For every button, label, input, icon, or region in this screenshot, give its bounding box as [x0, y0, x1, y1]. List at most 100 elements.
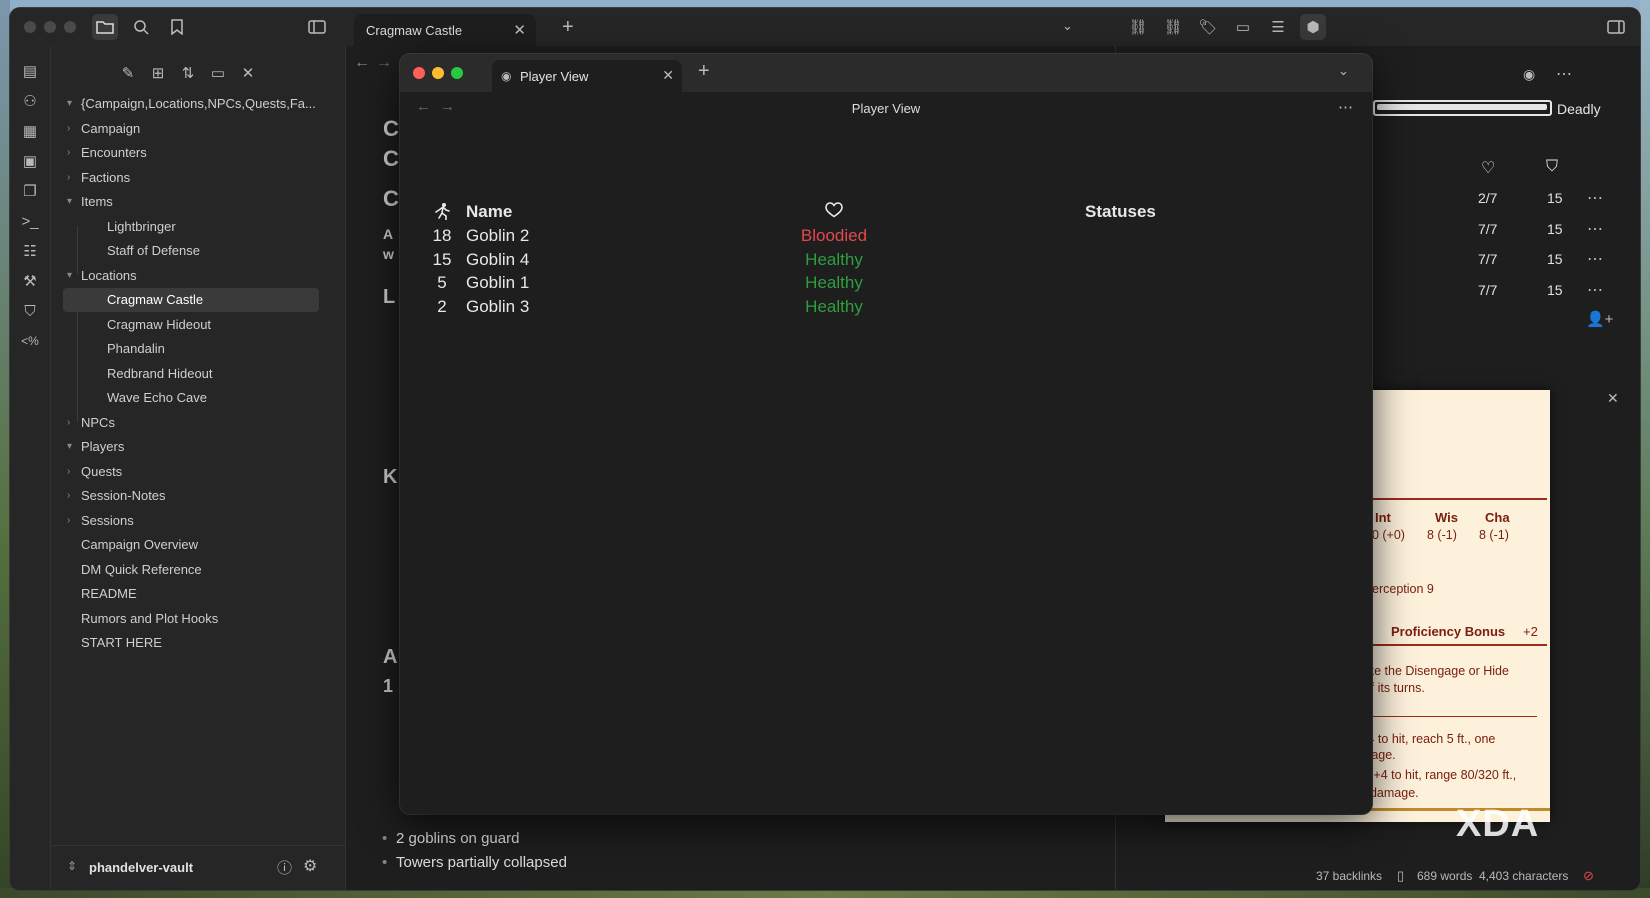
close-tab-icon[interactable]: ✕: [662, 67, 674, 84]
more-options-icon[interactable]: ⋯: [1587, 219, 1603, 239]
tree-item[interactable]: › Quests: [51, 460, 331, 484]
hp-value[interactable]: 7/7: [1478, 251, 1497, 267]
tree-item[interactable]: › Sessions: [51, 509, 331, 533]
new-tab-icon[interactable]: +: [698, 60, 710, 83]
graph-icon[interactable]: ⚇: [17, 88, 43, 114]
file-icon[interactable]: ▤: [17, 58, 43, 84]
outgoing-links-icon[interactable]: ⛓: [1160, 14, 1186, 40]
folder-icon[interactable]: [92, 14, 118, 40]
calendar-icon[interactable]: ▣: [17, 148, 43, 174]
more-options-icon[interactable]: ⋯: [1587, 249, 1603, 269]
health-status: Healthy: [805, 296, 863, 316]
hammer-icon[interactable]: ⚒: [17, 268, 43, 294]
zoom-window-button[interactable]: [64, 21, 76, 33]
minimize-window-button[interactable]: [44, 21, 56, 33]
close-statblock-icon[interactable]: ✕: [1607, 390, 1619, 407]
terminal-icon[interactable]: >_: [17, 208, 43, 234]
new-folder-icon[interactable]: ⊞: [145, 60, 171, 86]
view-title: Player View: [851, 101, 921, 116]
tab-cragmaw-castle[interactable]: Cragmaw Castle ✕: [354, 14, 536, 46]
new-tab-icon[interactable]: +: [562, 16, 574, 39]
eye-icon[interactable]: ◉: [1523, 66, 1535, 83]
chevron-down-icon[interactable]: ⌄: [1062, 18, 1073, 34]
tab-player-view[interactable]: ◉ Player View ✕: [492, 60, 682, 92]
tree-item[interactable]: Rumors and Plot Hooks: [51, 607, 331, 631]
shield-icon[interactable]: ⛉: [17, 298, 43, 324]
tree-item[interactable]: ▾ Players: [51, 435, 331, 459]
tree-item[interactable]: › Campaign: [51, 117, 331, 141]
chevron-down-icon[interactable]: ⌄: [1338, 63, 1349, 79]
sort-icon[interactable]: ⇅: [175, 60, 201, 86]
statuses-header: Statuses: [1085, 202, 1156, 221]
creature-name: Goblin 2: [466, 226, 530, 245]
tree-item[interactable]: › NPCs: [51, 411, 331, 435]
collapse-all-icon[interactable]: ✕: [235, 60, 261, 86]
help-icon[interactable]: ⓘ: [277, 857, 292, 878]
list-icon[interactable]: ☰: [1265, 14, 1291, 40]
tree-item[interactable]: ▾ {Campaign,Locations,NPCs,Quests,Fa...: [51, 92, 331, 116]
tree-item[interactable]: START HERE: [51, 631, 331, 655]
tree-item[interactable]: Phandalin: [63, 337, 319, 361]
checklist-icon[interactable]: ☷: [17, 238, 43, 264]
close-tab-icon[interactable]: ✕: [513, 21, 526, 39]
difficulty-label: Deadly: [1557, 101, 1601, 117]
backlinks-count[interactable]: 37 backlinks: [1316, 869, 1382, 883]
tree-item-label: Lightbringer: [107, 218, 176, 234]
tree-item[interactable]: Staff of Defense: [63, 239, 319, 263]
desktop-edge-left: [0, 0, 10, 898]
initiative-value: 2: [437, 296, 447, 316]
right-sidebar-toggle-icon[interactable]: [1603, 14, 1629, 40]
heart-icon: [753, 202, 915, 223]
tree-item[interactable]: DM Quick Reference: [51, 558, 331, 582]
canvas-icon[interactable]: ▦: [17, 118, 43, 144]
close-window-button[interactable]: [413, 67, 425, 79]
more-options-icon[interactable]: ⋯: [1338, 98, 1353, 116]
tree-item[interactable]: › Session-Notes: [51, 484, 331, 508]
book-icon[interactable]: ▯: [1397, 868, 1404, 884]
add-creature-icon[interactable]: 👤+: [1586, 310, 1613, 328]
heading-fragment: A: [383, 226, 394, 242]
more-options-icon[interactable]: ⋯: [1587, 280, 1603, 300]
archive-icon[interactable]: ▭: [1230, 14, 1256, 40]
forward-arrow-icon[interactable]: →: [376, 54, 392, 72]
tree-item-label: Wave Echo Cave: [107, 390, 207, 405]
d20-icon[interactable]: ⬢: [1300, 14, 1326, 40]
tree-item[interactable]: ▾ Items: [51, 190, 331, 214]
vault-switcher[interactable]: ⇕ phandelver-vault ⓘ ⚙: [51, 845, 345, 890]
zoom-window-button[interactable]: [451, 67, 463, 79]
tag-icon[interactable]: 🏷: [1195, 14, 1221, 40]
tree-item[interactable]: Lightbringer: [63, 215, 319, 239]
hp-value[interactable]: 2/7: [1478, 190, 1497, 206]
more-options-icon[interactable]: ⋯: [1556, 64, 1572, 84]
tree-item[interactable]: README: [51, 582, 331, 606]
close-window-button[interactable]: [24, 21, 36, 33]
tree-item-label: Cragmaw Hideout: [107, 316, 212, 332]
gear-icon[interactable]: ⚙: [303, 856, 317, 876]
sidebar-toggle-icon[interactable]: [304, 14, 330, 40]
health-status: Bloodied: [800, 226, 868, 245]
copy-icon[interactable]: ❐: [17, 178, 43, 204]
sync-error-icon[interactable]: ⊘: [1583, 868, 1594, 884]
tree-item[interactable]: Redbrand Hideout: [63, 362, 319, 386]
back-arrow-icon[interactable]: ←: [354, 54, 370, 72]
tree-item[interactable]: Cragmaw Hideout: [63, 313, 319, 337]
initiative-value: 15: [432, 249, 452, 269]
more-options-icon[interactable]: ⋯: [1587, 188, 1603, 208]
hp-value[interactable]: 7/7: [1478, 282, 1497, 298]
search-icon[interactable]: [128, 14, 154, 40]
hp-value[interactable]: 7/7: [1478, 221, 1497, 237]
tree-item[interactable]: Campaign Overview: [51, 533, 331, 557]
tree-item[interactable]: Wave Echo Cave: [63, 386, 319, 410]
heading-fragment: w: [383, 246, 394, 262]
tree-item[interactable]: › Encounters: [51, 141, 331, 165]
link-icon[interactable]: ⛓: [1125, 14, 1151, 40]
templater-icon[interactable]: <%: [17, 328, 43, 354]
bookmark-icon[interactable]: [164, 14, 190, 40]
tree-item[interactable]: › Factions: [51, 166, 331, 190]
proficiency-label: Proficiency Bonus: [1391, 624, 1506, 639]
tree-item[interactable]: ▾ Locations: [51, 264, 331, 288]
minimize-window-button[interactable]: [432, 67, 444, 79]
new-note-icon[interactable]: ✎: [115, 60, 141, 86]
auto-reveal-icon[interactable]: ▭: [205, 60, 231, 86]
tree-item[interactable]: Cragmaw Castle: [63, 288, 319, 312]
